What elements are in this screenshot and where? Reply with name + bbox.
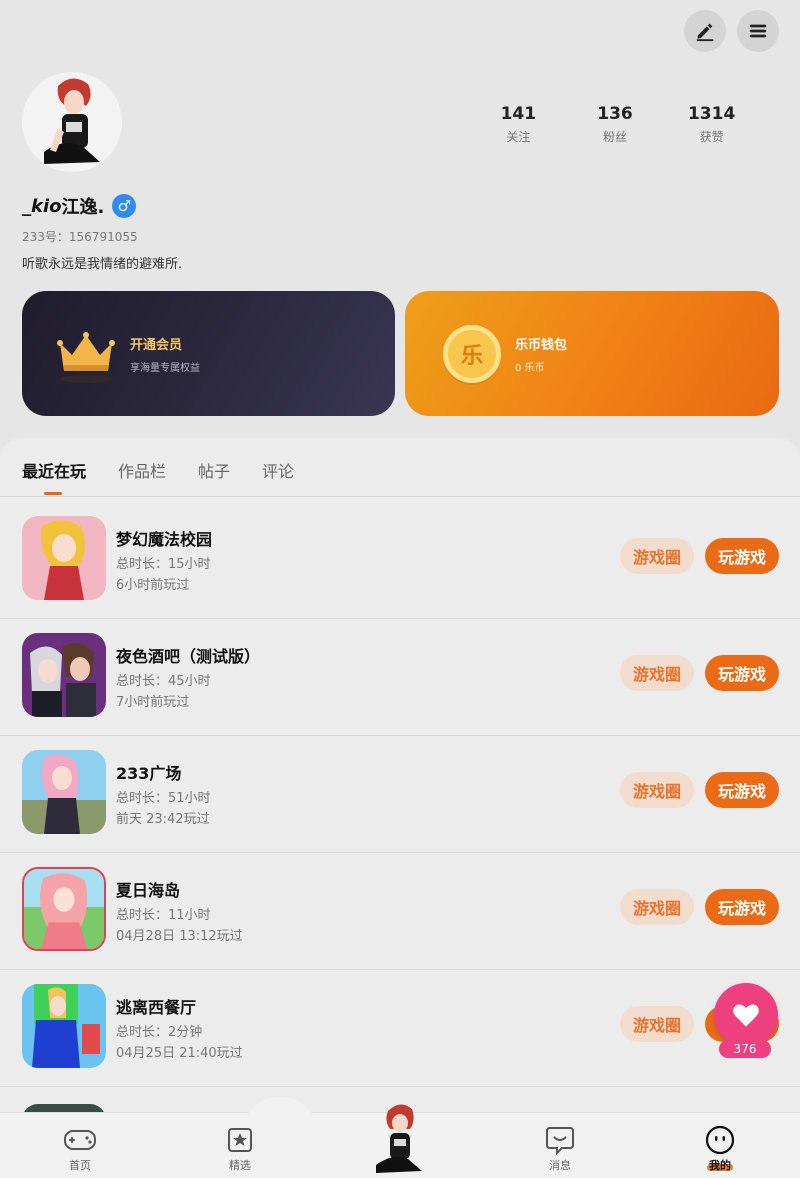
like-count-badge: 376	[719, 1040, 771, 1058]
nav-label: 我的	[680, 1157, 760, 1173]
coin-glyph: 乐	[460, 343, 483, 369]
game-circle-button[interactable]: 游戏圈	[620, 889, 694, 925]
game-icon	[22, 867, 106, 951]
play-game-button[interactable]: 玩游戏	[705, 655, 779, 691]
game-thumbnail	[22, 516, 106, 600]
profile-stats: 141 关注 136 粉丝 1314 获赞	[470, 104, 760, 145]
content-panel: 最近在玩 作品栏 帖子 评论 梦幻魔法校园 总时长：15小时 6小时前玩过 游戏…	[0, 438, 800, 1178]
crown-icon	[57, 331, 115, 383]
game-row[interactable]: 夏日海岛 总时长：11小时 04月28日 13:12玩过 游戏圈 玩游戏	[0, 853, 800, 970]
pencil-icon	[696, 23, 714, 42]
smile-face-icon	[680, 1125, 760, 1155]
menu-icon	[749, 24, 767, 38]
game-icon	[22, 750, 106, 834]
game-thumbnail	[22, 633, 106, 717]
stat-followers[interactable]: 136 粉丝	[570, 104, 660, 145]
game-thumbnail	[22, 984, 106, 1068]
game-name: 夜色酒吧（测试版）	[116, 647, 261, 666]
stat-value: 136	[597, 104, 633, 124]
tab-posts[interactable]: 帖子	[198, 458, 230, 482]
like-float-button[interactable]	[714, 983, 778, 1047]
game-last-played: 前天 23:42玩过	[116, 812, 210, 827]
nav-messages[interactable]: 消息	[520, 1125, 600, 1173]
game-name: 逃离西餐厅	[116, 998, 197, 1017]
stat-value: 1314	[687, 104, 736, 124]
nav-label: 首页	[69, 1159, 91, 1172]
game-row[interactable]: 梦幻魔法校园 总时长：15小时 6小时前玩过 游戏圈 玩游戏	[0, 502, 800, 619]
game-duration: 总时长：45小时	[116, 674, 211, 689]
play-game-button[interactable]: 玩游戏	[705, 538, 779, 574]
coin-icon: 乐	[443, 324, 501, 383]
game-circle-button[interactable]: 游戏圈	[620, 655, 694, 691]
nav-label-text: 我的	[709, 1159, 731, 1172]
avatar-character-image	[22, 72, 122, 172]
game-last-played: 04月25日 21:40玩过	[116, 1046, 243, 1061]
game-name: 夏日海岛	[116, 881, 181, 900]
tab-works[interactable]: 作品栏	[118, 458, 166, 482]
user-bio: 听歌永远是我情绪的避难所.	[22, 257, 183, 272]
game-name: 233广场	[116, 764, 182, 783]
game-circle-button[interactable]: 游戏圈	[620, 1006, 694, 1042]
game-last-played: 6小时前玩过	[116, 578, 190, 593]
stat-likes[interactable]: 1314 获赞	[667, 104, 757, 145]
game-duration: 总时长：2分钟	[116, 1025, 203, 1040]
avatar[interactable]	[22, 72, 122, 172]
stat-following[interactable]: 141 关注	[473, 104, 563, 145]
game-last-played: 04月28日 13:12玩过	[116, 929, 243, 944]
nav-home[interactable]: 首页	[40, 1125, 120, 1173]
tab-active-indicator	[44, 492, 62, 495]
gender-symbol: ♂	[117, 196, 132, 215]
nav-mine[interactable]: 我的	[680, 1125, 760, 1173]
play-game-button[interactable]: 玩游戏	[705, 772, 779, 808]
center-character-image	[376, 1104, 422, 1173]
username-suffix: 江逸.	[61, 197, 105, 218]
divider	[0, 496, 800, 497]
tab-label: 最近在玩	[22, 462, 87, 481]
play-game-button[interactable]: 玩游戏	[705, 889, 779, 925]
vip-card[interactable]: 开通会员 享海量专属权益	[22, 291, 395, 416]
menu-button[interactable]	[737, 10, 779, 52]
star-box-icon	[200, 1125, 280, 1155]
wallet-subtitle: 0 乐币	[515, 362, 545, 374]
tab-recent[interactable]: 最近在玩	[22, 458, 87, 495]
stat-value: 141	[500, 104, 537, 124]
vip-subtitle: 享海量专属权益	[130, 362, 200, 374]
nav-label: 精选	[229, 1159, 251, 1172]
game-icon	[22, 984, 106, 1068]
tab-comments[interactable]: 评论	[262, 458, 294, 482]
bottom-navigation: 首页 精选 消息 我的	[0, 1097, 800, 1178]
game-duration: 总时长：51小时	[116, 791, 211, 806]
nav-label: 消息	[549, 1159, 571, 1172]
stat-label: 粉丝	[602, 130, 627, 144]
game-last-played: 7小时前玩过	[116, 695, 190, 710]
game-thumbnail	[24, 869, 104, 949]
game-row[interactable]: 夜色酒吧（测试版） 总时长：45小时 7小时前玩过 游戏圈 玩游戏	[0, 619, 800, 736]
stat-label: 关注	[506, 130, 531, 144]
game-circle-button[interactable]: 游戏圈	[620, 538, 694, 574]
gamepad-icon	[40, 1125, 120, 1155]
game-duration: 总时长：11小时	[116, 908, 211, 923]
game-row[interactable]: 逃离西餐厅 总时长：2分钟 04月25日 21:40玩过 游戏圈 玩游戏	[0, 970, 800, 1087]
message-bubble-icon	[520, 1125, 600, 1155]
vip-title: 开通会员	[130, 337, 183, 353]
game-icon	[22, 633, 106, 717]
stat-label: 获赞	[699, 130, 724, 144]
heart-icon	[733, 1004, 759, 1027]
game-thumbnail	[22, 750, 106, 834]
username: _kio 江逸. ♂	[22, 193, 137, 219]
game-icon	[22, 516, 106, 600]
male-gender-icon: ♂	[112, 194, 137, 218]
nav-featured[interactable]: 精选	[200, 1125, 280, 1173]
game-name: 梦幻魔法校园	[116, 530, 213, 549]
edit-button[interactable]	[684, 10, 726, 52]
profile-tabs: 最近在玩 作品栏 帖子 评论	[22, 458, 326, 495]
username-prefix: _kio	[22, 195, 62, 217]
user-id: 233号：156791055	[22, 230, 138, 244]
nav-center-avatar[interactable]	[370, 1101, 430, 1175]
wallet-title: 乐币钱包	[515, 337, 568, 353]
game-duration: 总时长：15小时	[116, 557, 211, 572]
game-circle-button[interactable]: 游戏圈	[620, 772, 694, 808]
game-row[interactable]: 233广场 总时长：51小时 前天 23:42玩过 游戏圈 玩游戏	[0, 736, 800, 853]
wallet-card[interactable]: 乐 乐币钱包 0 乐币	[405, 291, 779, 416]
